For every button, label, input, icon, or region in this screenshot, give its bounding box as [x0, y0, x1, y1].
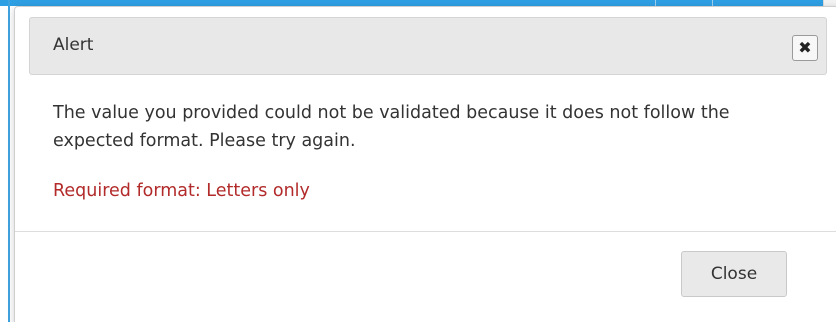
- dialog-message: The value you provided could not be vali…: [53, 103, 730, 151]
- dialog-footer-divider: [15, 231, 836, 232]
- alert-dialog: Alert ✖ The value you provided could not…: [14, 6, 836, 322]
- dialog-titlebar: Alert ✖: [29, 17, 827, 75]
- dialog-content: The value you provided could not be vali…: [53, 99, 793, 205]
- close-icon[interactable]: ✖: [792, 35, 818, 61]
- close-button[interactable]: Close: [681, 251, 787, 297]
- dialog-title: Alert: [53, 35, 94, 55]
- background-border-line: [8, 0, 10, 322]
- required-format-text: Required format: Letters only: [53, 181, 310, 201]
- screen: Alert ✖ The value you provided could not…: [0, 0, 836, 322]
